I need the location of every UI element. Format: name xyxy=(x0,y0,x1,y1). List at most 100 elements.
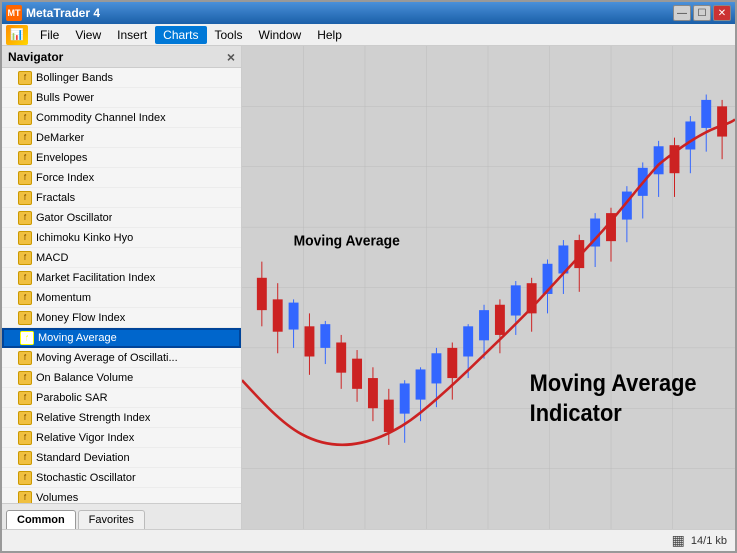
indicator-icon: f xyxy=(18,171,32,185)
indicator-label: Momentum xyxy=(36,292,91,304)
indicator-label: Relative Vigor Index xyxy=(36,432,134,444)
navigator-close-button[interactable]: × xyxy=(227,49,235,65)
indicator-icon: f xyxy=(18,491,32,504)
indicator-icon: f xyxy=(18,311,32,325)
tree-item-stochastic-oscillator[interactable]: f Stochastic Oscillator xyxy=(2,468,241,488)
tree-item-bulls-power[interactable]: f Bulls Power xyxy=(2,88,241,108)
tree-item-commodity-channel-index[interactable]: f Commodity Channel Index xyxy=(2,108,241,128)
tab-common[interactable]: Common xyxy=(6,510,76,529)
indicator-icon: f xyxy=(18,371,32,385)
menu-insert[interactable]: Insert xyxy=(109,26,155,44)
indicator-label: Envelopes xyxy=(36,152,87,164)
indicator-label: Moving Average of Oscillati... xyxy=(36,352,178,364)
indicator-icon: f xyxy=(18,471,32,485)
app-menu-icon: 📊 xyxy=(6,25,28,45)
title-bar: MT MetaTrader 4 — ☐ ✕ xyxy=(2,2,735,24)
app-icon: MT xyxy=(6,5,22,21)
tree-item-bollinger-bands[interactable]: f Bollinger Bands xyxy=(2,68,241,88)
navigator-tabs: Common Favorites xyxy=(2,503,241,529)
indicator-label: Money Flow Index xyxy=(36,312,125,324)
menu-window[interactable]: Window xyxy=(251,26,310,44)
tree-item-demarker[interactable]: f DeMarker xyxy=(2,128,241,148)
tree-item-momentum[interactable]: f Momentum xyxy=(2,288,241,308)
chart-svg: Moving Average Moving Average Indicator xyxy=(242,46,735,529)
tree-item-fractals[interactable]: f Fractals xyxy=(2,188,241,208)
indicator-label: Stochastic Oscillator xyxy=(36,472,136,484)
indicator-icon: f xyxy=(18,451,32,465)
tree-item-on-balance-volume[interactable]: f On Balance Volume xyxy=(2,368,241,388)
menu-tools[interactable]: Tools xyxy=(207,26,251,44)
status-icon: ▦ xyxy=(672,532,685,549)
indicator-icon: f xyxy=(18,111,32,125)
indicator-label: Volumes xyxy=(36,492,78,504)
indicator-icon: f xyxy=(18,351,32,365)
window-frame: MT MetaTrader 4 — ☐ ✕ 📊 File View Insert… xyxy=(0,0,737,553)
chart-label-ma-indicator-2: Indicator xyxy=(530,399,622,426)
chart-label-ma-indicator-1: Moving Average xyxy=(530,369,697,396)
indicator-icon: f xyxy=(18,211,32,225)
indicator-label: Ichimoku Kinko Hyo xyxy=(36,232,133,244)
indicator-label: Moving Average xyxy=(38,332,117,344)
tree-item-parabolic-sar[interactable]: f Parabolic SAR xyxy=(2,388,241,408)
indicator-label: Relative Strength Index xyxy=(36,412,150,424)
tree-item-standard-deviation[interactable]: f Standard Deviation xyxy=(2,448,241,468)
status-bar: ▦ 14/1 kb xyxy=(2,529,735,551)
indicator-label: Gator Oscillator xyxy=(36,212,112,224)
indicator-label: Parabolic SAR xyxy=(36,392,108,404)
tree-item-money-flow-index[interactable]: f Money Flow Index xyxy=(2,308,241,328)
indicator-icon: f xyxy=(18,91,32,105)
indicator-label: Fractals xyxy=(36,192,75,204)
close-button[interactable]: ✕ xyxy=(713,5,731,21)
indicator-label: Bulls Power xyxy=(36,92,94,104)
tree-item-ichimoku-kinko-hyo[interactable]: f Ichimoku Kinko Hyo xyxy=(2,228,241,248)
indicator-label: Force Index xyxy=(36,172,94,184)
indicator-icon: f xyxy=(18,251,32,265)
navigator-header: Navigator × xyxy=(2,46,241,68)
indicator-label: DeMarker xyxy=(36,132,84,144)
indicator-label: Bollinger Bands xyxy=(36,72,113,84)
navigator-panel: Navigator × f Bollinger Bands f Bulls Power… xyxy=(2,46,242,529)
indicator-icon: f xyxy=(18,71,32,85)
tab-favorites[interactable]: Favorites xyxy=(78,510,145,529)
indicator-icon: f xyxy=(18,271,32,285)
menu-charts[interactable]: Charts xyxy=(155,26,206,44)
indicator-icon: f xyxy=(20,331,34,345)
indicator-icon: f xyxy=(18,131,32,145)
indicator-label: On Balance Volume xyxy=(36,372,133,384)
tree-item-market-facilitation-index[interactable]: f Market Facilitation Index xyxy=(2,268,241,288)
indicator-icon: f xyxy=(18,151,32,165)
indicator-icon: f xyxy=(18,411,32,425)
tree-item-macd[interactable]: fMACD xyxy=(2,248,241,268)
navigator-tree[interactable]: f Bollinger Bands f Bulls Power f Commodity C… xyxy=(2,68,241,503)
indicator-label: Standard Deviation xyxy=(36,452,130,464)
status-size: 14/1 kb xyxy=(691,535,727,547)
window-title: MetaTrader 4 xyxy=(26,6,100,20)
tree-item-volumes[interactable]: f Volumes xyxy=(2,488,241,503)
indicator-icon: f xyxy=(18,431,32,445)
tree-item-envelopes[interactable]: f Envelopes xyxy=(2,148,241,168)
indicator-label: Market Facilitation Index xyxy=(36,272,155,284)
title-bar-left: MT MetaTrader 4 xyxy=(6,5,100,21)
chart-area: Moving Average Moving Average Indicator xyxy=(242,46,735,529)
maximize-button[interactable]: ☐ xyxy=(693,5,711,21)
tree-item-force-index[interactable]: f Force Index xyxy=(2,168,241,188)
indicator-label: Commodity Channel Index xyxy=(36,112,166,124)
indicator-icon: f xyxy=(18,191,32,205)
indicator-icon: f xyxy=(18,391,32,405)
indicator-icon: f xyxy=(18,291,32,305)
title-bar-buttons: — ☐ ✕ xyxy=(673,5,731,21)
menu-view[interactable]: View xyxy=(67,26,109,44)
indicators-section: f Bollinger Bands f Bulls Power f Commodity C… xyxy=(2,68,241,503)
tree-item-relative-strength-index[interactable]: f Relative Strength Index xyxy=(2,408,241,428)
tree-item-moving-average[interactable]: f Moving Average xyxy=(2,328,241,348)
tree-item-moving-average-of-oscillati...[interactable]: f Moving Average of Oscillati... xyxy=(2,348,241,368)
navigator-title: Navigator xyxy=(8,50,63,64)
minimize-button[interactable]: — xyxy=(673,5,691,21)
tree-item-gator-oscillator[interactable]: f Gator Oscillator xyxy=(2,208,241,228)
menu-file[interactable]: File xyxy=(32,26,67,44)
menu-help[interactable]: Help xyxy=(309,26,350,44)
main-area: Navigator × f Bollinger Bands f Bulls Power… xyxy=(2,46,735,529)
tree-item-relative-vigor-index[interactable]: f Relative Vigor Index xyxy=(2,428,241,448)
menu-bar: 📊 File View Insert Charts Tools Window H… xyxy=(2,24,735,46)
indicator-icon: f xyxy=(18,231,32,245)
